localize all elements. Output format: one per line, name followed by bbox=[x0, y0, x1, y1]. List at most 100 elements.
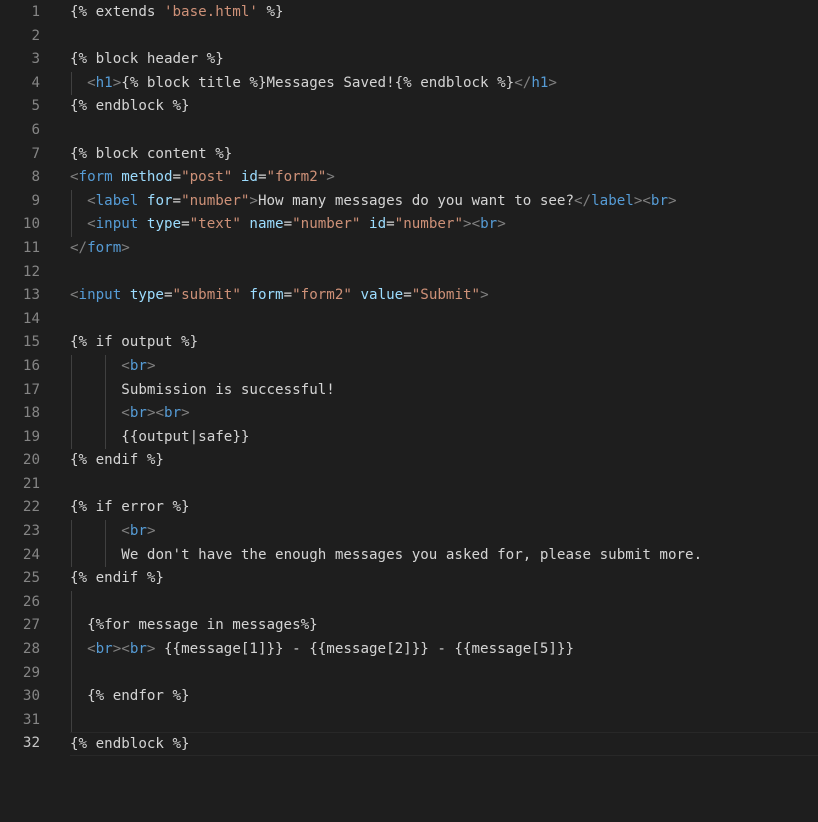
line-content[interactable]: <br> bbox=[70, 354, 818, 379]
code-line[interactable]: 4 <h1>{% block title %}Messages Saved!{% … bbox=[0, 71, 818, 96]
code-token: > bbox=[668, 192, 677, 209]
line-content[interactable]: {% endif %} bbox=[70, 449, 818, 473]
code-line[interactable]: 6 bbox=[0, 119, 818, 143]
code-line[interactable]: 23 <br> bbox=[0, 520, 818, 544]
line-content[interactable] bbox=[70, 308, 818, 332]
line-number: 7 bbox=[31, 145, 40, 162]
line-number: 32 bbox=[22, 735, 40, 752]
line-content[interactable] bbox=[70, 261, 818, 285]
code-line[interactable]: 9 <label for="number">How many messages d… bbox=[0, 189, 818, 214]
code-text: <form method="post" id="form2"> bbox=[70, 166, 335, 190]
code-token: %} bbox=[257, 4, 284, 20]
code-line[interactable]: 12 bbox=[0, 261, 818, 285]
code-line[interactable]: 5 {% endblock %} bbox=[0, 95, 818, 119]
line-content[interactable]: </form> bbox=[70, 237, 818, 261]
code-token: > bbox=[480, 287, 489, 304]
line-number: 16 bbox=[22, 357, 40, 374]
code-token: "text" bbox=[189, 216, 241, 233]
code-line[interactable]: 32 {% endblock %} bbox=[0, 732, 818, 756]
line-number: 4 bbox=[31, 74, 40, 91]
line-content[interactable]: {%for message in messages%} bbox=[70, 614, 818, 639]
code-line[interactable]: 3 {% block header %} bbox=[0, 48, 818, 72]
code-line[interactable]: 25 {% endif %} bbox=[0, 567, 818, 591]
code-token: form bbox=[87, 239, 122, 256]
code-text: <br> bbox=[121, 355, 155, 379]
line-content[interactable] bbox=[70, 661, 818, 686]
code-line[interactable]: 28 <br><br> {{message[1]}} - {{message[2]… bbox=[0, 638, 818, 662]
code-token: label bbox=[591, 192, 634, 209]
code-line[interactable]: 29 bbox=[0, 661, 818, 686]
line-content[interactable]: {% if output %} bbox=[70, 331, 818, 355]
code-token: form bbox=[249, 287, 284, 304]
code-line[interactable]: 15 {% if output %} bbox=[0, 331, 818, 355]
code-line[interactable]: 7 {% block content %} bbox=[0, 143, 818, 167]
code-line[interactable]: 27 {%for message in messages%} bbox=[0, 614, 818, 639]
line-content[interactable]: <label for="number">How many messages do… bbox=[70, 189, 818, 214]
line-content[interactable]: {% if error %} bbox=[70, 496, 818, 520]
code-token: br bbox=[480, 216, 498, 233]
code-line[interactable]: 2 bbox=[0, 25, 818, 49]
code-token: form bbox=[78, 169, 113, 186]
code-token: < bbox=[642, 192, 651, 209]
code-line[interactable]: 14 bbox=[0, 308, 818, 332]
code-line[interactable]: 11 </form> bbox=[0, 237, 818, 261]
line-content[interactable]: <br><br> bbox=[70, 402, 818, 426]
line-content[interactable]: {% endblock %} bbox=[70, 732, 818, 756]
line-content[interactable]: <h1>{% block title %}Messages Saved!{% e… bbox=[70, 71, 818, 96]
code-text: <label for="number">How many messages do… bbox=[87, 190, 676, 214]
code-line[interactable]: 18 <br><br> bbox=[0, 402, 818, 426]
indent-guide bbox=[71, 189, 72, 214]
line-content[interactable]: <form method="post" id="form2"> bbox=[70, 166, 818, 190]
line-content[interactable] bbox=[70, 590, 818, 615]
indent-guide bbox=[71, 543, 72, 568]
code-line[interactable]: 21 bbox=[0, 473, 818, 497]
line-content[interactable] bbox=[70, 473, 818, 497]
line-content[interactable]: {% block header %} bbox=[70, 48, 818, 72]
line-number: 1 bbox=[31, 4, 40, 20]
code-line[interactable]: 16 <br> bbox=[0, 354, 818, 379]
line-content[interactable]: {% endblock %} bbox=[70, 95, 818, 119]
code-token: {% endif %} bbox=[70, 570, 164, 587]
line-content[interactable]: <br> bbox=[70, 520, 818, 544]
line-content[interactable]: <input type="text" name="number" id="num… bbox=[70, 213, 818, 237]
code-text: <br> bbox=[121, 520, 155, 544]
code-line[interactable]: 24 We don't have the enough messages you … bbox=[0, 543, 818, 568]
code-token: 'base.html' bbox=[163, 4, 258, 20]
line-number: 9 bbox=[31, 192, 40, 209]
line-content[interactable]: {{output|safe}} bbox=[70, 425, 818, 450]
code-line[interactable]: 1 {% extends 'base.html' %} bbox=[0, 1, 818, 25]
line-content[interactable] bbox=[70, 708, 818, 733]
line-number: 15 bbox=[22, 334, 40, 351]
indent-guide bbox=[105, 543, 107, 568]
indent-guide bbox=[105, 520, 107, 544]
code-token: method bbox=[121, 169, 173, 186]
line-content[interactable]: {% block content %} bbox=[70, 143, 818, 167]
line-content[interactable]: {% extends 'base.html' %} bbox=[70, 1, 818, 25]
line-content[interactable]: Submission is successful! bbox=[70, 378, 818, 403]
code-token: = bbox=[283, 287, 293, 304]
code-line[interactable]: 17 Submission is successful! bbox=[0, 378, 818, 403]
line-content[interactable]: <br><br> {{message[1]}} - {{message[2]}}… bbox=[70, 638, 818, 662]
line-content[interactable]: We don't have the enough messages you as… bbox=[70, 543, 818, 568]
code-token: "number" bbox=[394, 216, 464, 233]
code-line[interactable]: 30 {% endfor %} bbox=[0, 685, 818, 709]
line-number: 6 bbox=[31, 121, 40, 138]
line-content[interactable] bbox=[70, 119, 818, 143]
code-line[interactable]: 19 {{output|safe}} bbox=[0, 425, 818, 450]
code-line[interactable]: 20 {% endif %} bbox=[0, 449, 818, 473]
code-line[interactable]: 22 {% if error %} bbox=[0, 496, 818, 520]
code-line[interactable]: 26 bbox=[0, 590, 818, 615]
line-number: 31 bbox=[22, 711, 40, 728]
code-token: {% block title %} bbox=[121, 74, 267, 91]
line-content[interactable]: {% endfor %} bbox=[70, 685, 818, 709]
code-line[interactable]: 31 bbox=[0, 708, 818, 733]
code-editor[interactable]: 1 {% extends 'base.html' %} 2 3 {% block hea… bbox=[0, 0, 818, 822]
code-line[interactable]: 10 <input type="text" name="number" id="n… bbox=[0, 213, 818, 237]
code-line[interactable]: 8 <form method="post" id="form2"> bbox=[0, 166, 818, 190]
code-line[interactable]: 13 <input type="submit" form="form2" valu… bbox=[0, 284, 818, 308]
line-content[interactable]: {% endif %} bbox=[70, 567, 818, 591]
line-content[interactable]: <input type="submit" form="form2" value=… bbox=[70, 284, 818, 308]
code-token: = bbox=[386, 216, 395, 233]
line-content[interactable] bbox=[70, 25, 818, 49]
code-text: {% extends 'base.html' %} bbox=[70, 1, 284, 25]
